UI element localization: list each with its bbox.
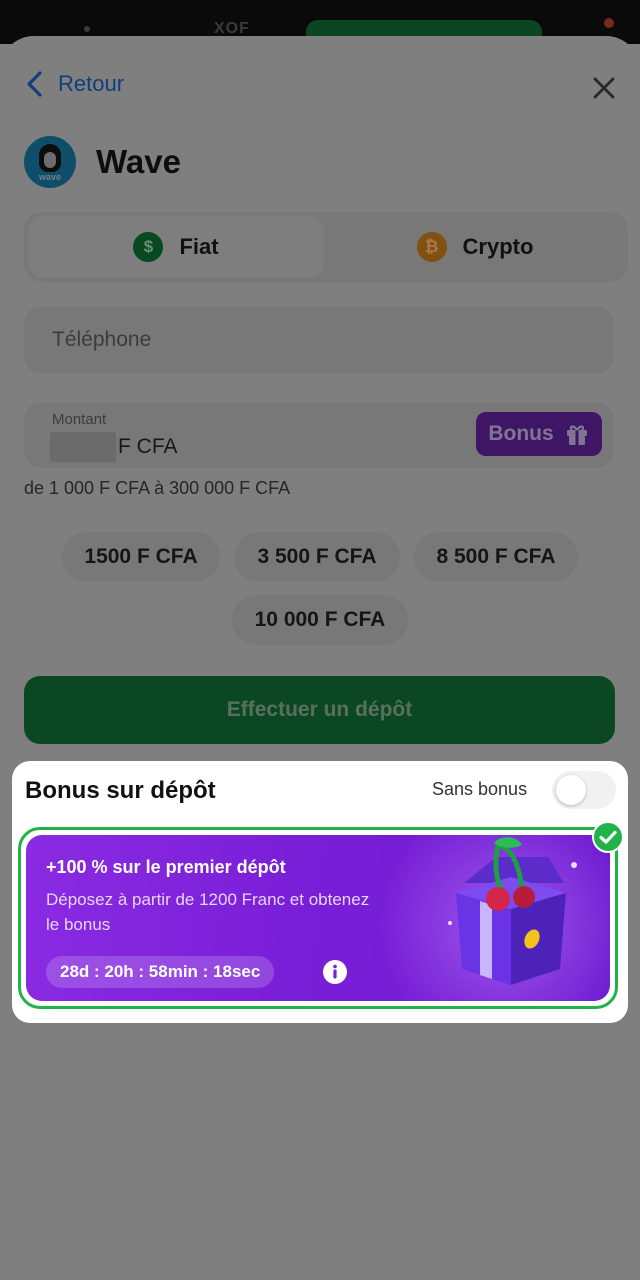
info-icon[interactable]	[322, 959, 348, 985]
quick-amount-chip[interactable]: 1500 F CFA	[62, 532, 220, 582]
tab-fiat-label: Fiat	[179, 234, 219, 259]
quick-amount-chip[interactable]: 8 500 F CFA	[414, 532, 578, 582]
close-icon[interactable]	[588, 72, 620, 104]
status-dot	[84, 26, 90, 32]
bitcoin-icon: ₿	[416, 232, 447, 262]
notification-badge	[604, 18, 614, 28]
tab-crypto-label: Crypto	[462, 234, 534, 259]
phone-placeholder: Téléphone	[52, 328, 152, 351]
tab-fiat[interactable]: $ Fiat	[28, 216, 324, 278]
bonus-offer-description: Déposez à partir de 1200 Franc et obtene…	[46, 890, 370, 934]
bonus-button-label: Bonus	[488, 422, 554, 445]
bonus-offer-card[interactable]: +100 % sur le premier dépôt Déposez à pa…	[18, 827, 618, 1009]
no-bonus-toggle[interactable]	[552, 771, 616, 809]
bonus-button[interactable]: Bonus	[476, 412, 602, 456]
no-bonus-label: Sans bonus	[432, 779, 528, 799]
chevron-left-icon	[27, 71, 42, 97]
bonus-countdown-timer: 28d : 20h : 58min : 18sec	[46, 956, 275, 988]
gift-box-cherries-icon	[448, 837, 577, 985]
wave-logo-icon: wave	[24, 136, 76, 188]
amount-value-redacted	[50, 432, 116, 462]
toggle-knob	[556, 775, 586, 805]
amount-unit: F CFA	[118, 435, 178, 458]
quick-amount-chip[interactable]: 10 000 F CFA	[232, 595, 408, 645]
bonus-panel-title: Bonus sur dépôt	[25, 777, 216, 804]
selected-check-icon	[592, 821, 624, 853]
amount-field[interactable]: Montant F CFA Bonus	[24, 402, 614, 468]
bonus-offer-title: +100 % sur le premier dépôt	[46, 857, 286, 877]
tab-crypto[interactable]: ₿ Crypto	[326, 216, 624, 278]
dollar-coin-icon: $	[133, 232, 164, 262]
provider-header: wave Wave	[24, 136, 181, 188]
quick-amount-chip[interactable]: 3 500 F CFA	[234, 532, 400, 582]
phone-field[interactable]: Téléphone	[24, 306, 614, 374]
bonus-panel: Bonus sur dépôt Sans bonus +100 % sur le…	[12, 761, 628, 1023]
amount-range-hint: de 1 000 F CFA à 300 000 F CFA	[24, 478, 291, 498]
back-label: Retour	[58, 71, 125, 96]
deposit-button[interactable]: Effectuer un dépôt	[24, 676, 615, 744]
currency-type-tabs: $ Fiat ₿ Crypto	[24, 212, 628, 282]
back-button[interactable]: Retour	[24, 70, 124, 98]
provider-name: Wave	[96, 143, 181, 180]
bonus-offer-banner: +100 % sur le premier dépôt Déposez à pa…	[26, 835, 610, 1001]
amount-label: Montant	[52, 411, 107, 428]
gift-icon	[566, 425, 587, 445]
